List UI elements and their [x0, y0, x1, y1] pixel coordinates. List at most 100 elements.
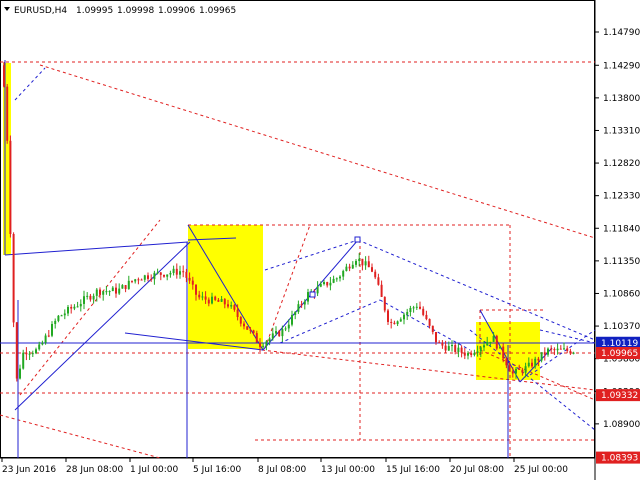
price-level-label: 1.12820 — [603, 159, 640, 169]
candle-up — [57, 315, 60, 321]
candle-up — [547, 348, 549, 355]
time-label: 13 Jul 00:00 — [321, 465, 375, 475]
candle-up — [169, 272, 172, 275]
candle-down — [502, 346, 505, 359]
candle-up — [83, 296, 85, 304]
candle-down — [537, 358, 540, 361]
candle-down — [380, 284, 383, 297]
candle-up — [19, 368, 21, 379]
candle-up — [451, 345, 453, 347]
candle-up — [332, 278, 335, 283]
price-level-label: 1.10370 — [603, 322, 640, 332]
candle-down — [428, 319, 431, 326]
candle-up — [118, 288, 121, 294]
candle-down — [387, 310, 389, 322]
candle-down — [25, 352, 28, 355]
candle-up — [281, 329, 284, 337]
candle-up — [102, 291, 105, 295]
candle-up — [527, 362, 530, 367]
triangle-down-icon[interactable] — [4, 7, 10, 11]
candle-up — [486, 341, 489, 346]
candle-down — [419, 306, 421, 309]
candle-down — [470, 353, 473, 356]
candle-down — [511, 371, 514, 374]
candle-down — [182, 271, 185, 273]
symbol-label: EURUSD,H4 — [14, 6, 67, 16]
chart-canvas[interactable]: EURUSD,H4 1.09995 1.09998 1.09906 1.0996… — [0, 0, 640, 480]
candle-down — [239, 316, 242, 324]
candle-up — [79, 303, 82, 307]
candle-up — [44, 335, 47, 343]
time-label: 5 Jul 16:00 — [193, 465, 242, 475]
candle-down — [326, 282, 329, 286]
price-axis[interactable]: 1.14790 1.14290 1.13800 1.13310 1.12820 1.123… — [595, 28, 640, 430]
candle-down — [367, 261, 370, 268]
candle-down — [463, 352, 466, 356]
candle-down — [140, 279, 143, 281]
candle-up — [172, 268, 175, 273]
candle-up — [271, 333, 274, 339]
candle-down — [390, 321, 393, 323]
candle-up — [63, 313, 66, 316]
blue-trend-lines — [0, 60, 595, 458]
candle-down — [383, 296, 386, 311]
candle-down — [377, 277, 380, 285]
candle-down — [150, 278, 153, 280]
candle-up — [41, 342, 44, 345]
candle-down — [214, 296, 217, 300]
candle-up — [291, 314, 293, 325]
candle-down — [249, 329, 252, 331]
candle-down — [236, 309, 239, 317]
candle-down — [566, 348, 569, 351]
candle-down — [255, 333, 258, 343]
candle-up — [515, 368, 517, 374]
candle-down — [531, 362, 533, 367]
candle-down — [252, 330, 255, 334]
price-level-label: 1.13800 — [603, 94, 640, 104]
candle-up — [489, 341, 492, 343]
candle-up — [156, 272, 159, 274]
candle-up — [412, 307, 415, 309]
candle-up — [211, 296, 213, 304]
candle-up — [364, 261, 367, 266]
red-dashed-lines — [0, 61, 596, 459]
candle-up — [262, 345, 265, 347]
candle-up — [457, 347, 460, 352]
time-axis[interactable]: 23 Jun 2016 28 Jun 08:00 1 Jul 00:00 5 Jul … — [1, 458, 568, 475]
chart-window[interactable]: EURUSD,H4 1.09995 1.09998 1.09906 1.0996… — [0, 0, 640, 480]
candle-up — [143, 275, 146, 280]
candle-down — [195, 284, 197, 295]
candle-up — [303, 301, 306, 305]
candle-up — [294, 311, 297, 315]
candle-down — [191, 280, 194, 285]
candle-up — [54, 320, 57, 324]
candle-down — [3, 65, 5, 87]
candle-up — [476, 351, 479, 353]
candle-down — [9, 140, 12, 235]
candle-down — [438, 342, 441, 344]
candle-down — [188, 277, 191, 281]
candle-up — [51, 323, 53, 336]
candle-up — [111, 287, 114, 292]
candle-up — [95, 289, 98, 296]
candle-down — [131, 280, 133, 282]
candle-up — [406, 311, 409, 315]
price-level-label: 1.14790 — [603, 28, 640, 38]
candle-down — [393, 322, 396, 325]
candle-down — [460, 347, 463, 353]
price-level-label: 1.10860 — [603, 289, 640, 299]
candle-down — [6, 86, 9, 141]
candle-down — [198, 294, 201, 298]
candle-up — [297, 304, 300, 312]
candle-up — [284, 328, 287, 330]
candle-down — [159, 272, 162, 275]
price-tag-label: 1.09332 — [601, 391, 638, 401]
candle-up — [396, 321, 399, 325]
candle-down — [278, 331, 281, 337]
candle-up — [60, 315, 63, 317]
candle-up — [540, 352, 543, 361]
time-label: 20 Jul 08:00 — [450, 465, 504, 475]
time-label: 1 Jul 00:00 — [130, 465, 179, 475]
candle-up — [323, 282, 325, 285]
candle-up — [275, 331, 277, 334]
